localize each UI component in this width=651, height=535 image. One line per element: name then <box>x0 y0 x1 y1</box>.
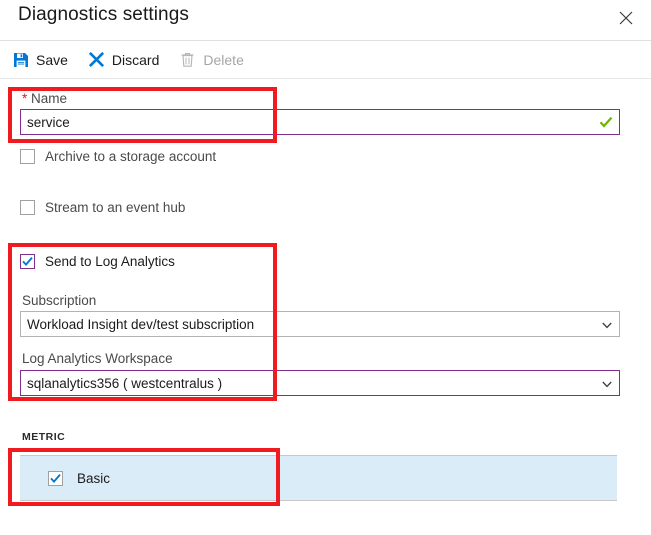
chevron-down-icon <box>601 318 613 330</box>
page-title: Diagnostics settings <box>18 4 189 25</box>
subscription-dropdown[interactable]: Workload Insight dev/test subscription <box>20 311 620 337</box>
discard-label: Discard <box>111 51 160 68</box>
archive-to-storage-checkbox[interactable]: Archive to a storage account <box>20 149 216 164</box>
delete-label: Delete <box>203 51 244 68</box>
checkbox-box-checked <box>20 254 35 269</box>
close-button[interactable] <box>609 2 643 34</box>
checkbox-box <box>20 149 35 164</box>
workspace-dropdown[interactable]: sqlanalytics356 ( westcentralus ) <box>20 370 620 396</box>
checkbox-box-checked <box>48 470 63 486</box>
close-icon <box>619 11 633 25</box>
send-to-log-analytics-label: Send to Log Analytics <box>45 254 175 269</box>
stream-to-event-hub-label: Stream to an event hub <box>45 200 186 215</box>
save-label: Save <box>36 51 68 68</box>
checkbox-box <box>20 200 35 215</box>
window-titlebar: Diagnostics settings <box>0 0 651 41</box>
discard-button[interactable]: Discard <box>88 51 159 68</box>
required-asterisk: * <box>22 91 28 106</box>
name-field-label: * Name <box>22 91 67 106</box>
save-button[interactable]: Save <box>12 51 68 68</box>
stream-to-event-hub-checkbox[interactable]: Stream to an event hub <box>20 200 185 215</box>
metric-basic-label: Basic <box>77 470 111 486</box>
workspace-label: Log Analytics Workspace <box>22 351 173 366</box>
name-input[interactable]: service <box>20 109 620 135</box>
delete-trash-icon <box>179 51 196 68</box>
metric-section-header: METRIC <box>22 431 66 443</box>
subscription-value: Workload Insight dev/test subscription <box>27 316 255 332</box>
command-toolbar: Save Discard Delete <box>0 41 651 79</box>
metric-row-basic[interactable]: Basic <box>20 455 617 501</box>
send-to-log-analytics-checkbox[interactable]: Send to Log Analytics <box>20 254 175 269</box>
green-check-icon <box>599 115 613 129</box>
name-input-value: service <box>27 114 70 130</box>
discard-x-icon <box>88 51 105 68</box>
subscription-label: Subscription <box>22 293 97 308</box>
delete-button: Delete <box>179 51 244 68</box>
archive-to-storage-label: Archive to a storage account <box>45 149 217 164</box>
chevron-down-icon <box>601 377 613 389</box>
name-label-text: Name <box>31 91 68 106</box>
workspace-value: sqlanalytics356 ( westcentralus ) <box>27 375 223 391</box>
save-floppy-icon <box>12 51 29 68</box>
